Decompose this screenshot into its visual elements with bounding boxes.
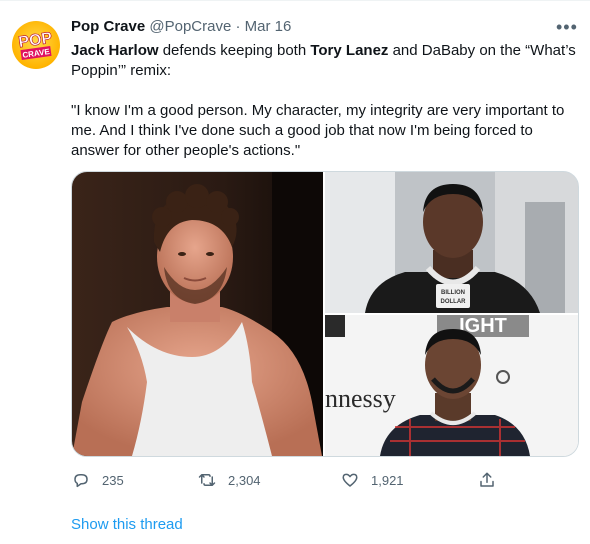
share-button[interactable] (478, 469, 508, 491)
reply-button[interactable]: 235 (72, 469, 124, 491)
chain-text-1: BILLION (441, 290, 465, 296)
display-name[interactable]: Pop Crave (71, 18, 145, 35)
like-count: 1,921 (371, 472, 404, 488)
tweet-text-part-1: defends keeping both (158, 42, 311, 59)
pop-crave-logo: POP CRAVE (17, 29, 54, 61)
top-divider (0, 0, 590, 1)
retweet-button[interactable]: 2,304 (198, 469, 261, 491)
mention-jack-harlow: Jack Harlow (71, 42, 159, 59)
photo-dababy[interactable]: BILLION DOLLAR (325, 172, 578, 313)
more-options-icon[interactable]: ••• (556, 18, 578, 36)
chain-text-2: DOLLAR (441, 299, 467, 305)
retweet-count: 2,304 (228, 472, 261, 488)
reply-count: 235 (102, 472, 124, 488)
heart-icon (342, 473, 358, 487)
show-thread-link[interactable]: Show this thread (71, 515, 183, 535)
mention-tory-lanez: Tory Lanez (310, 42, 389, 59)
reply-icon (74, 474, 88, 488)
separator: · (235, 18, 241, 35)
tweet-quote: "I know I'm a good person. My character,… (71, 102, 565, 159)
photo-tory-lanez[interactable]: IGHT nnessy (325, 315, 578, 456)
tweet-header: Pop Crave @PopCrave · Mar 16 (71, 17, 291, 37)
tweet-text: Jack Harlow defends keeping both Tory La… (71, 41, 579, 161)
retweet-icon (198, 474, 216, 486)
tweet-actions: 235 2,304 1,921 (0, 469, 590, 491)
media-grid[interactable]: BILLION DOLLAR IGHT nnessy (71, 171, 579, 457)
tweet-intro: Jack Harlow defends keeping both Tory La… (71, 41, 579, 81)
avatar[interactable]: POP CRAVE (12, 21, 60, 69)
tweet-date[interactable]: Mar 16 (245, 18, 292, 35)
backdrop-text-left: nnessy (325, 384, 396, 413)
handle[interactable]: @PopCrave (149, 18, 231, 35)
photo-jack-harlow[interactable] (72, 172, 323, 456)
share-icon (480, 472, 494, 487)
like-button[interactable]: 1,921 (341, 469, 404, 491)
